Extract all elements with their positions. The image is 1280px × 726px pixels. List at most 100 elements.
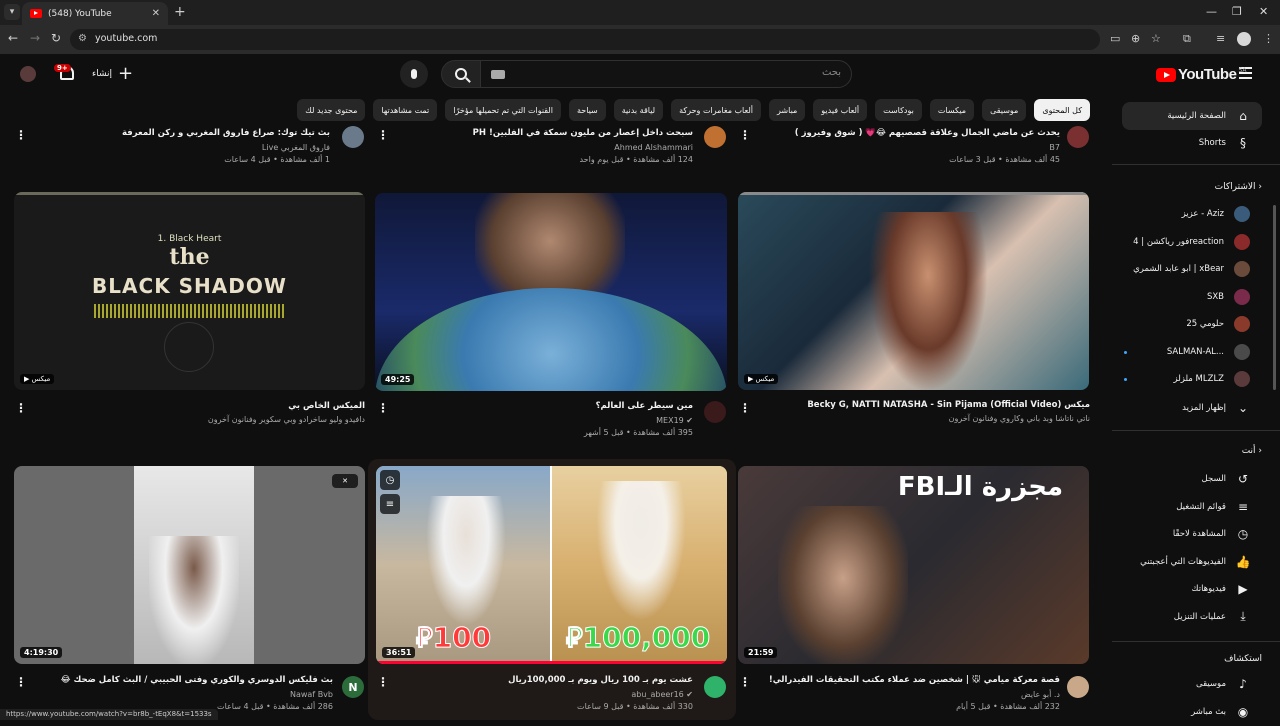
account-avatar[interactable] <box>20 66 36 82</box>
sidebar-item-explore[interactable]: بث مباشر ◉ <box>1122 698 1262 726</box>
add-to-queue-icon[interactable]: ≡ <box>380 494 400 514</box>
filter-chip[interactable]: لياقة بدنية <box>613 99 664 121</box>
channel-avatar[interactable] <box>342 126 364 148</box>
sidebar-item-you[interactable]: الفيديوهات التي أعجبتني 👍 <box>1122 548 1262 576</box>
zoom-icon[interactable]: ⊕ <box>1131 32 1140 45</box>
search-input[interactable]: بحث <box>480 60 852 88</box>
site-info-icon[interactable]: ⚙ <box>78 33 87 44</box>
channel-avatar[interactable] <box>704 401 726 423</box>
filter-chip[interactable]: ألعاب مغامرات وحركة <box>671 99 762 121</box>
channel-avatar[interactable]: N <box>342 676 364 698</box>
channel-avatar[interactable] <box>1067 126 1089 148</box>
extensions-icon[interactable]: ⧉ <box>1183 32 1191 46</box>
new-tab-icon[interactable]: + <box>174 4 186 20</box>
more-actions-icon[interactable]: ⋮ <box>15 675 27 689</box>
close-window-icon[interactable]: ✕ <box>1259 5 1268 18</box>
more-actions-icon[interactable]: ⋮ <box>739 128 751 142</box>
voice-search-button[interactable] <box>400 60 428 88</box>
video-title[interactable]: عشت يوم بـ 100 ريال ويوم بـ 100,000ريال <box>393 675 693 685</box>
sidebar-subscription-item[interactable]: حلومي 25 <box>1122 310 1262 338</box>
search-button[interactable] <box>441 60 481 88</box>
channel-avatar[interactable] <box>1067 676 1089 698</box>
more-actions-icon[interactable]: ⋮ <box>377 675 389 689</box>
subscriptions-header[interactable]: الاشتراكات › <box>1215 182 1262 192</box>
filter-chip[interactable]: ألعاب فيديو <box>813 99 868 121</box>
bookmark-star-icon[interactable]: ☆ <box>1151 32 1161 45</box>
video-channel[interactable]: ✔ abu_abeer16 <box>393 690 693 699</box>
cast-icon[interactable]: ▭ <box>1110 32 1120 45</box>
filter-chip[interactable]: القنوات التي تم تحميلها مؤخرًا <box>445 99 561 121</box>
address-bar[interactable]: ⚙ youtube.com <box>70 29 1100 50</box>
keyboard-icon[interactable] <box>491 70 505 79</box>
reload-icon[interactable]: ↻ <box>51 31 61 45</box>
video-channel[interactable]: B7 <box>760 143 1060 152</box>
filter-chip[interactable]: ميكسات <box>929 99 975 121</box>
youtube-logo[interactable]: YouTube SA <box>1156 66 1246 83</box>
filter-chip[interactable]: محتوى جديد لك <box>297 99 366 121</box>
video-channel[interactable]: Nawaf Bvb <box>30 690 333 699</box>
sidebar-subscription-item[interactable]: SALMAN-AL... <box>1122 338 1262 366</box>
more-actions-icon[interactable]: ⋮ <box>377 401 389 415</box>
sidebar-subscription-item[interactable]: فور رياكشن | 4reaction <box>1122 228 1262 256</box>
filter-chip[interactable]: سياحة <box>568 99 606 121</box>
more-actions-icon[interactable]: ⋮ <box>377 128 389 142</box>
video-channel[interactable]: د. أبو عايض <box>760 690 1060 699</box>
scrollbar-thumb[interactable] <box>1273 205 1276 390</box>
video-thumbnail[interactable]: 49:25 <box>375 193 727 391</box>
video-title[interactable]: سبحت داخل إعصار من مليون سمكة في الفلبين… <box>393 128 693 138</box>
watch-later-icon[interactable]: ◷ <box>380 470 400 490</box>
channel-avatar[interactable] <box>704 126 726 148</box>
video-title[interactable]: ميكس Becky G, NATTI NATASHA - Sin Pijama… <box>760 400 1090 410</box>
video-channel[interactable]: Ahmed Alshammari <box>393 143 693 152</box>
sidebar-item-you[interactable]: المشاهدة لاحقًا ◷ <box>1122 520 1262 548</box>
video-title[interactable]: يحدث عن ماضي الجمال وعلاقة قصصيهم 😂💗 ( ش… <box>760 128 1060 138</box>
tab-close-icon[interactable]: ✕ <box>152 8 160 19</box>
more-actions-icon[interactable]: ⋮ <box>15 401 27 415</box>
video-channel[interactable]: دافيدو وليو ساخرادو وبي سكوير وفنانون آخ… <box>30 415 365 424</box>
video-thumbnail[interactable]: ▶ ميكس <box>738 192 1089 390</box>
filter-chip[interactable]: كل المحتوى <box>1034 99 1090 121</box>
sidebar-subscription-item[interactable]: عزيز - Aziz <box>1122 200 1262 228</box>
more-actions-icon[interactable]: ⋮ <box>739 401 751 415</box>
sidebar-item-home[interactable]: الصفحة الرئيسية ⌂ <box>1122 102 1262 130</box>
filter-chip[interactable]: تمت مشاهدتها <box>373 99 438 121</box>
more-actions-icon[interactable]: ⋮ <box>15 128 27 142</box>
video-thumbnail[interactable]: ✕ 4:19:30 <box>14 466 365 664</box>
video-channel[interactable]: ✔ MEX19 <box>393 416 693 425</box>
maximize-icon[interactable]: ❐ <box>1232 5 1242 18</box>
media-control-icon[interactable]: ≡ <box>1216 32 1225 45</box>
show-more-button[interactable]: إظهار المزيد ⌄ <box>1122 394 1262 422</box>
video-thumbnail[interactable]: ⃁100 ⃁100,000 ◷ ≡ 36:51 <box>376 466 727 664</box>
filter-chip[interactable]: بودكاست <box>875 99 922 121</box>
browser-tab[interactable]: (548) YouTube ✕ <box>22 2 168 25</box>
minimize-icon[interactable]: — <box>1206 5 1217 18</box>
video-channel[interactable]: ناتي ناتاشا وبد باني وكاروي وفنانون آخرو… <box>760 414 1090 423</box>
forward-icon[interactable]: → <box>30 31 40 45</box>
sidebar-item-you[interactable]: السجل ↺ <box>1122 465 1262 493</box>
video-title[interactable]: قصة معركة ميامي 🐭 | شخصين ضد عملاء مكتب … <box>760 675 1060 685</box>
sidebar-subscription-item[interactable]: SXB <box>1122 283 1262 311</box>
video-title[interactable]: مين سيطر على العالم؟ <box>393 401 693 411</box>
sidebar-item-you[interactable]: قوائم التشغيل ≡ <box>1122 493 1262 521</box>
video-thumbnail[interactable]: 1. Black Heart the BLACK SHADOW ▶ ميكس <box>14 192 365 390</box>
sidebar-item-you[interactable]: فيديوهاتك ▶ <box>1122 575 1262 603</box>
browser-menu-icon[interactable]: ⋮ <box>1263 32 1274 45</box>
video-channel[interactable]: فاروق المغربي Live <box>30 143 330 152</box>
sidebar-item-you[interactable]: عمليات التنزيل ⤓ <box>1122 603 1262 631</box>
video-title[interactable]: بث تيك توك: صراع فاروق المغربي و ركن الم… <box>30 128 330 138</box>
sidebar-item-shorts[interactable]: Shorts § <box>1122 129 1262 157</box>
sidebar-subscription-item[interactable]: ابو عابد الشمري | xBear <box>1122 255 1262 283</box>
filter-chip[interactable]: مباشر <box>769 99 806 121</box>
sidebar-subscription-item[interactable]: ملزلز MLZLZ <box>1122 365 1262 393</box>
back-icon[interactable]: ← <box>8 31 18 45</box>
tab-search-icon[interactable]: ▾ <box>4 4 20 20</box>
browser-profile-avatar[interactable] <box>1237 32 1251 46</box>
video-title[interactable]: الميكس الخاص بي <box>30 401 365 411</box>
channel-avatar[interactable] <box>704 676 726 698</box>
create-button[interactable]: إنشاء + <box>92 61 133 87</box>
more-actions-icon[interactable]: ⋮ <box>739 675 751 689</box>
video-title[interactable]: بث فليكس الدوسري والكوري وفتى الحبيبي / … <box>30 675 333 685</box>
you-header[interactable]: أنت › <box>1242 446 1262 456</box>
filter-chip[interactable]: موسيقى <box>982 99 1027 121</box>
video-thumbnail[interactable]: مجزرة الـFBI 21:59 <box>738 466 1089 664</box>
